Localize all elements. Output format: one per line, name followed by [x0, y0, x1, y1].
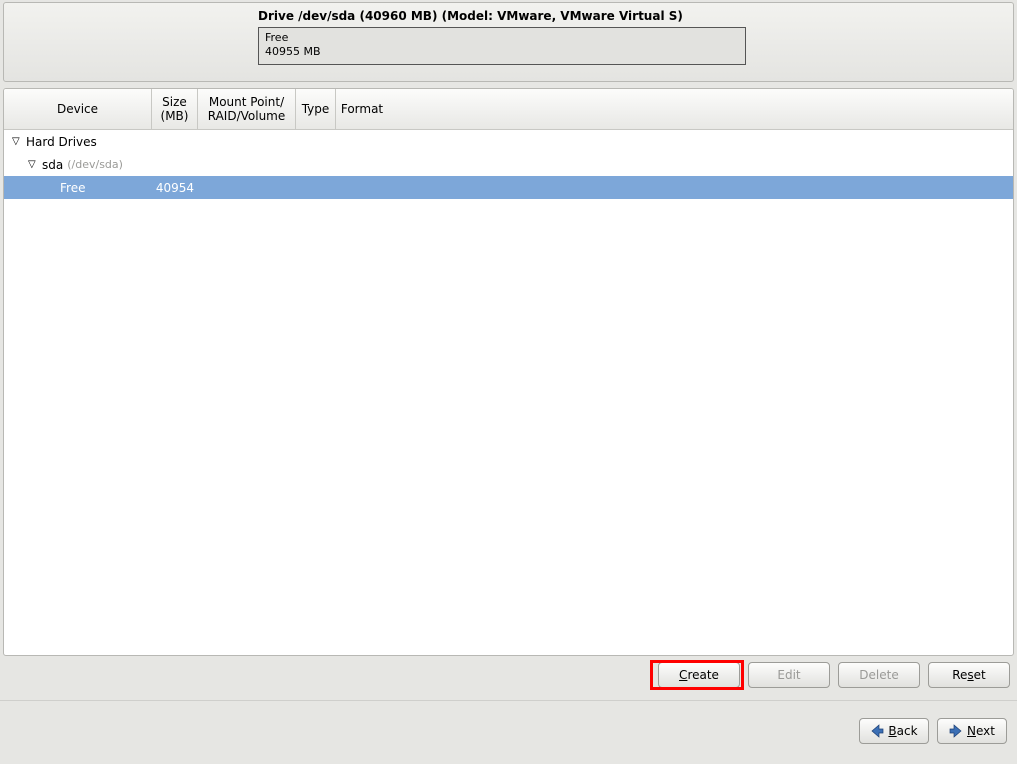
- tree-row-free[interactable]: Free 40954: [4, 176, 1013, 199]
- tree-label: Free: [60, 181, 85, 195]
- delete-button: Delete: [838, 662, 920, 688]
- drive-title: Drive /dev/sda (40960 MB) (Model: VMware…: [258, 9, 1005, 23]
- drive-free-box[interactable]: Free 40955 MB: [258, 27, 746, 65]
- back-button[interactable]: Back: [859, 718, 929, 744]
- col-mountpoint[interactable]: Mount Point/ RAID/Volume: [198, 89, 296, 129]
- arrow-right-icon: [949, 724, 963, 738]
- tree-label: Hard Drives: [26, 135, 97, 149]
- tree-row-sda[interactable]: ▽ sda (/dev/sda): [4, 153, 1013, 176]
- tree-size: 40954: [150, 181, 196, 195]
- btn-rest: reate: [687, 668, 719, 682]
- column-header-row: Device Size (MB) Mount Point/ RAID/Volum…: [4, 89, 1013, 130]
- partition-tree-panel: Device Size (MB) Mount Point/ RAID/Volum…: [3, 88, 1014, 656]
- drive-free-size: 40955 MB: [265, 45, 739, 59]
- divider: [0, 700, 1017, 701]
- col-size[interactable]: Size (MB): [152, 89, 198, 129]
- tree-label: sda: [42, 158, 63, 172]
- drive-free-label: Free: [265, 31, 739, 45]
- edit-button: Edit: [748, 662, 830, 688]
- drive-summary-panel: Drive /dev/sda (40960 MB) (Model: VMware…: [3, 2, 1014, 82]
- tree-row-hard-drives[interactable]: ▽ Hard Drives: [4, 130, 1013, 153]
- arrow-left-icon: [870, 724, 884, 738]
- expand-icon[interactable]: ▽: [12, 136, 22, 147]
- nav-button-row: Back Next: [859, 718, 1007, 744]
- reset-button[interactable]: Reset: [928, 662, 1010, 688]
- expand-icon[interactable]: ▽: [28, 159, 38, 170]
- col-device[interactable]: Device: [4, 89, 152, 129]
- col-format[interactable]: Format: [336, 89, 388, 129]
- next-button[interactable]: Next: [937, 718, 1007, 744]
- action-button-row: Create Edit Delete Reset: [3, 662, 1014, 692]
- partitioning-window: Drive /dev/sda (40960 MB) (Model: VMware…: [0, 0, 1017, 764]
- tree-body: ▽ Hard Drives ▽ sda (/dev/sda) Free 4095…: [4, 130, 1013, 199]
- create-button[interactable]: Create: [658, 662, 740, 688]
- col-type[interactable]: Type: [296, 89, 336, 129]
- tree-dev-path: (/dev/sda): [67, 158, 123, 171]
